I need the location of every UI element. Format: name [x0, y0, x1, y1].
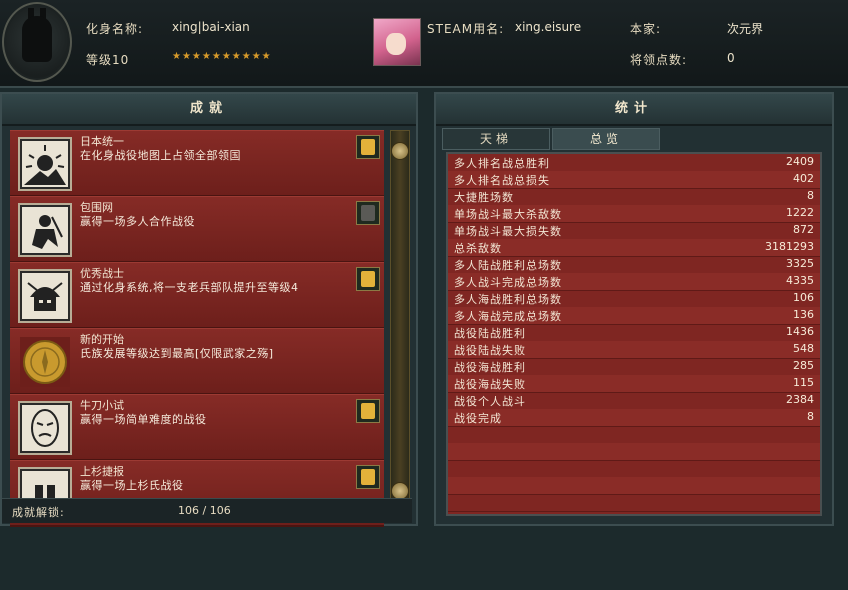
stat-label: 多人排名战总胜利 — [454, 157, 550, 170]
locked-badge-icon — [356, 201, 380, 225]
stat-value: 2409 — [786, 155, 814, 168]
stat-row: 战役完成 8 — [448, 409, 820, 427]
noh-mask-icon — [20, 403, 70, 453]
stat-value: 2384 — [786, 393, 814, 406]
achievement-desc: 氏族发展等级达到最高[仅限武家之殇] — [80, 347, 274, 360]
general-points-value: 0 — [727, 51, 735, 65]
stat-label: 战役个人战斗 — [454, 395, 526, 408]
stat-row: 战役海战胜利 285 — [448, 358, 820, 376]
empty-row — [448, 494, 820, 512]
tab-overview[interactable]: 总览 — [552, 128, 660, 150]
achievement-desc: 在化身战役地图上占领全部领国 — [80, 149, 241, 162]
stat-row: 多人陆战胜利总场数 3325 — [448, 256, 820, 274]
stat-value: 285 — [793, 359, 814, 372]
stat-row: 大捷胜场数 8 — [448, 188, 820, 206]
stat-value: 3181293 — [765, 240, 814, 253]
gold-coin-icon — [20, 337, 70, 387]
unlock-label: 成就解锁: — [12, 506, 65, 519]
achievements-unlocked-bar: 成就解锁: 106 / 106 — [2, 498, 412, 523]
stat-row: 战役陆战失败 548 — [448, 341, 820, 359]
stat-value: 106 — [793, 291, 814, 304]
unlocked-badge-icon — [356, 267, 380, 291]
stat-value: 4335 — [786, 274, 814, 287]
stat-row: 战役陆战胜利 1436 — [448, 324, 820, 342]
clan-emblem-icon — [2, 2, 72, 82]
achievement-item[interactable]: 牛刀小试 赢得一场简单难度的战役 — [10, 394, 384, 461]
stat-label: 战役海战胜利 — [454, 361, 526, 374]
stat-value: 1222 — [786, 206, 814, 219]
stat-label: 多人海战胜利总场数 — [454, 293, 562, 306]
empty-row — [448, 426, 820, 444]
achievement-item[interactable]: 日本统一 在化身战役地图上占领全部领国 — [10, 130, 384, 197]
achievement-item[interactable]: 新的开始 氏族发展等级达到最高[仅限武家之殇] — [10, 328, 384, 395]
achievements-panel: 成就 日本统一 在化身战役地图上占领全部领国 包围网 赢得一场多人合作战役 优秀… — [0, 92, 418, 527]
stat-label: 总杀敌数 — [454, 242, 502, 255]
stat-value: 402 — [793, 172, 814, 185]
achievement-desc: 赢得一场多人合作战役 — [80, 215, 195, 228]
samurai-helmet-icon — [20, 271, 70, 321]
stat-label: 多人排名战总损失 — [454, 174, 550, 187]
steam-name-value: xing.eisure — [515, 20, 582, 34]
stat-row: 单场战斗最大杀敌数 1222 — [448, 205, 820, 223]
stat-label: 战役完成 — [454, 412, 502, 425]
achievement-desc: 赢得一场简单难度的战役 — [80, 413, 207, 426]
stats-panel: 统计 天梯 总览 多人排名战总胜利 2409 多人排名战总损失 402 大捷胜场数 8… — [434, 92, 834, 526]
empty-row — [448, 477, 820, 495]
steam-avatar[interactable] — [373, 18, 421, 66]
home-value: 次元界 — [727, 22, 764, 36]
avatar-name-label: 化身名称: — [86, 22, 144, 36]
level-stars: ★★★★★★★★★★ — [172, 51, 272, 62]
stat-value: 1436 — [786, 325, 814, 338]
unlocked-badge-icon — [356, 465, 380, 489]
achievements-scrollbar[interactable] — [390, 130, 410, 504]
stat-label: 多人海战完成总场数 — [454, 310, 562, 323]
profile-header: 化身名称: xing|bai-xian 等级10 ★★★★★★★★★★ STEA… — [0, 0, 848, 88]
scroll-up-knob[interactable] — [391, 142, 409, 160]
stat-row: 战役海战失败 115 — [448, 375, 820, 393]
stat-value: 8 — [807, 410, 814, 423]
achievement-desc: 通过化身系统,将一支老兵部队提升至等级4 — [80, 281, 299, 294]
stats-title: 统计 — [436, 94, 832, 126]
stat-value: 3325 — [786, 257, 814, 270]
tab-ladder[interactable]: 天梯 — [442, 128, 550, 150]
stat-label: 战役海战失败 — [454, 378, 526, 391]
achievement-desc: 赢得一场上杉氏战役 — [80, 479, 184, 492]
stats-table: 多人排名战总胜利 2409 多人排名战总损失 402 大捷胜场数 8 单场战斗最大杀敌… — [446, 152, 822, 516]
stat-label: 多人战斗完成总场数 — [454, 276, 562, 289]
avatar-name-value: xing|bai-xian — [172, 20, 250, 34]
stat-row: 多人海战完成总场数 136 — [448, 307, 820, 325]
stat-value: 115 — [793, 376, 814, 389]
empty-row — [448, 460, 820, 478]
unlocked-badge-icon — [356, 135, 380, 159]
general-points-label: 将领点数: — [630, 53, 688, 67]
achievement-item[interactable]: 包围网 赢得一场多人合作战役 — [10, 196, 384, 263]
stat-value: 548 — [793, 342, 814, 355]
stat-label: 单场战斗最大损失数 — [454, 225, 562, 238]
rising-sun-icon — [20, 139, 70, 189]
stat-label: 单场战斗最大杀敌数 — [454, 208, 562, 221]
stat-row: 多人排名战总胜利 2409 — [448, 154, 820, 172]
stat-value: 8 — [807, 189, 814, 202]
home-label: 本家: — [630, 22, 662, 36]
stat-label: 多人陆战胜利总场数 — [454, 259, 562, 272]
stat-row: 总杀敌数 3181293 — [448, 239, 820, 257]
stat-row: 单场战斗最大损失数 872 — [448, 222, 820, 240]
avatar-level: 等级10 — [86, 53, 130, 67]
unlocked-badge-icon — [356, 399, 380, 423]
stat-label: 战役陆战胜利 — [454, 327, 526, 340]
empty-row — [448, 443, 820, 461]
stat-value: 136 — [793, 308, 814, 321]
stat-row: 战役个人战斗 2384 — [448, 392, 820, 410]
stat-value: 872 — [793, 223, 814, 236]
steam-name-label: STEAM用名: — [427, 22, 505, 36]
achievements-title: 成就 — [2, 94, 416, 126]
unlock-count: 106 / 106 — [178, 504, 231, 517]
stat-label: 战役陆战失败 — [454, 344, 526, 357]
achievement-item[interactable]: 优秀战士 通过化身系统,将一支老兵部队提升至等级4 — [10, 262, 384, 329]
stat-row: 多人战斗完成总场数 4335 — [448, 273, 820, 291]
ninja-icon — [20, 205, 70, 255]
stat-row: 多人排名战总损失 402 — [448, 171, 820, 189]
stat-row: 多人海战胜利总场数 106 — [448, 290, 820, 308]
stat-label: 大捷胜场数 — [454, 191, 514, 204]
